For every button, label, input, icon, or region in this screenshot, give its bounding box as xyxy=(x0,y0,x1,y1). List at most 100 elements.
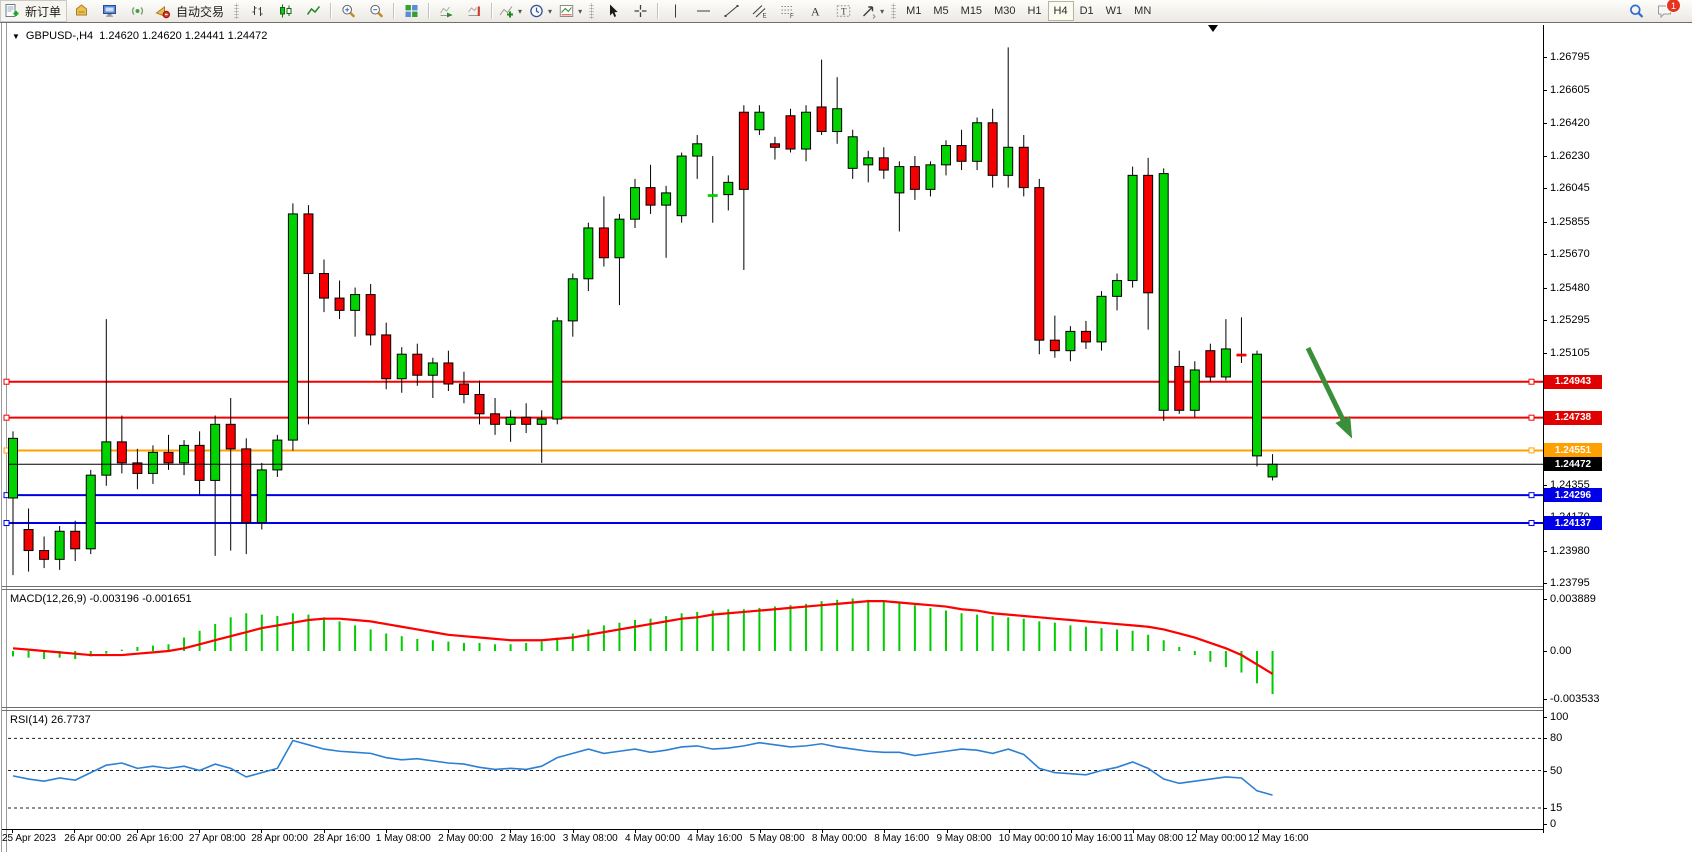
trendline-button[interactable] xyxy=(717,0,745,22)
timeframe-m15[interactable]: M15 xyxy=(955,1,988,21)
x-axis-date-label: 1 May 08:00 xyxy=(376,833,431,844)
x-axis-date-label: 12 May 00:00 xyxy=(1186,833,1247,844)
timeframe-h1[interactable]: H1 xyxy=(1021,1,1047,21)
timeframe-mn[interactable]: MN xyxy=(1128,1,1157,21)
timeframe-m30[interactable]: M30 xyxy=(988,1,1021,21)
search-button[interactable] xyxy=(1622,0,1650,22)
auto-trading-label: 自动交易 xyxy=(173,3,227,20)
autoscroll-icon xyxy=(438,3,455,19)
y-axis-tick xyxy=(1543,57,1547,58)
x-axis-date-label: 28 Apr 00:00 xyxy=(251,833,308,844)
y-axis-tick-label: 1.25295 xyxy=(1550,314,1590,326)
svg-text:T: T xyxy=(841,7,847,17)
x-axis-date-label: 28 Apr 16:00 xyxy=(314,833,371,844)
timeframe-m5[interactable]: M5 xyxy=(927,1,954,21)
x-axis-date-label: 10 May 00:00 xyxy=(999,833,1060,844)
x-axis-date-label: 4 May 16:00 xyxy=(687,833,742,844)
auto-trading-button[interactable]: 自动交易 xyxy=(151,0,230,22)
x-axis-date-label: 8 May 00:00 xyxy=(812,833,867,844)
cursor-button[interactable] xyxy=(598,0,626,22)
periods-button[interactable]: ▾ xyxy=(525,0,555,22)
pane-divider[interactable] xyxy=(2,707,1543,708)
line-chart-button[interactable] xyxy=(299,0,327,22)
dropdown-arrow-icon[interactable]: ▾ xyxy=(518,7,522,16)
y-axis-tick-label: 1.26795 xyxy=(1550,51,1590,63)
arrows-button[interactable]: ▾ xyxy=(857,0,887,22)
pane-divider[interactable] xyxy=(2,586,1543,587)
rsi-axis-tick xyxy=(1543,808,1547,809)
dropdown-arrow-icon[interactable]: ▾ xyxy=(880,7,884,16)
indicators-icon xyxy=(498,3,515,19)
y-axis-tick xyxy=(1543,123,1547,124)
bar-chart-button[interactable] xyxy=(243,0,271,22)
text-button[interactable]: A xyxy=(801,0,829,22)
auto-scroll-button[interactable] xyxy=(432,0,460,22)
current-price-tag: 1.24472 xyxy=(1544,457,1602,471)
indicators-button[interactable]: ▾ xyxy=(495,0,525,22)
x-axis-date-label: 27 Apr 08:00 xyxy=(189,833,246,844)
macd-axis-tick-label: 0.00 xyxy=(1550,645,1571,657)
zoom-out-button[interactable] xyxy=(362,0,390,22)
new-order-button[interactable]: 新订单 xyxy=(0,0,67,22)
y-axis-tick xyxy=(1543,188,1547,189)
x-axis-date-label: 2 May 00:00 xyxy=(438,833,493,844)
rsi-pane[interactable] xyxy=(0,711,1543,829)
macd-axis-tick xyxy=(1543,651,1547,652)
timeframe-h4[interactable]: H4 xyxy=(1048,1,1074,21)
fibonacci-button[interactable]: F xyxy=(773,0,801,22)
timeframe-w1[interactable]: W1 xyxy=(1100,1,1129,21)
price-line-tag: 1.24551 xyxy=(1544,443,1602,457)
vertical-line-button[interactable] xyxy=(661,0,689,22)
zoom-in-button[interactable] xyxy=(334,0,362,22)
horizontal-line-button[interactable] xyxy=(689,0,717,22)
vline-icon xyxy=(667,3,684,19)
chart-shift-button[interactable] xyxy=(460,0,488,22)
toolbar-separator xyxy=(393,3,394,19)
cursor-icon xyxy=(604,3,621,19)
y-axis-tick xyxy=(1543,353,1547,354)
x-axis-date-label: 4 May 00:00 xyxy=(625,833,680,844)
candlestick-chart-button[interactable] xyxy=(271,0,299,22)
macd-pane[interactable] xyxy=(0,590,1543,707)
signal-icon xyxy=(129,3,146,19)
price-pane[interactable] xyxy=(0,23,1543,586)
y-axis-tick-label: 1.25855 xyxy=(1550,216,1590,228)
chart-profiles-button[interactable] xyxy=(67,0,95,22)
rsi-axis-tick xyxy=(1543,771,1547,772)
new-order-icon xyxy=(3,3,20,19)
rsi-axis-tick-label: 0 xyxy=(1550,818,1556,830)
y-axis-tick-label: 1.26045 xyxy=(1550,182,1590,194)
x-axis-date-label: 26 Apr 16:00 xyxy=(127,833,184,844)
y-axis-tick xyxy=(1543,583,1547,584)
text-label-button[interactable]: T xyxy=(829,0,857,22)
shift-icon xyxy=(466,3,483,19)
crosshair-icon xyxy=(632,3,649,19)
timeframe-m1[interactable]: M1 xyxy=(900,1,927,21)
down-arrow-annotation xyxy=(1335,416,1352,439)
y-axis-tick-label: 1.23980 xyxy=(1550,545,1590,557)
templates-button[interactable]: ▾ xyxy=(555,0,585,22)
dropdown-arrow-icon[interactable]: ▾ xyxy=(548,7,552,16)
toolbar-separator xyxy=(428,3,429,19)
terminal-icon xyxy=(101,3,118,19)
x-axis-date-label: 12 May 16:00 xyxy=(1248,833,1309,844)
signals-button[interactable] xyxy=(123,0,151,22)
dropdown-arrow-icon[interactable]: ▾ xyxy=(578,7,582,16)
price-line-tag: 1.24296 xyxy=(1544,488,1602,502)
tile-windows-button[interactable] xyxy=(397,0,425,22)
toolbar-grip xyxy=(891,3,896,19)
y-axis-tick xyxy=(1543,254,1547,255)
y-axis-tick-label: 1.26605 xyxy=(1550,84,1590,96)
price-line-tag: 1.24738 xyxy=(1544,411,1602,425)
terminal-button[interactable] xyxy=(95,0,123,22)
timeframe-d1[interactable]: D1 xyxy=(1074,1,1100,21)
equidistant-channel-button[interactable]: E xyxy=(745,0,773,22)
notifications-button[interactable]: 1 xyxy=(1650,0,1678,22)
toolbar-separator xyxy=(330,3,331,19)
y-axis-tick-label: 1.25480 xyxy=(1550,282,1590,294)
search-icon xyxy=(1628,3,1645,19)
rsi-axis-tick xyxy=(1543,738,1547,739)
y-axis-tick-label: 1.23795 xyxy=(1550,577,1590,589)
crosshair-button[interactable] xyxy=(626,0,654,22)
y-axis-tick xyxy=(1543,156,1547,157)
